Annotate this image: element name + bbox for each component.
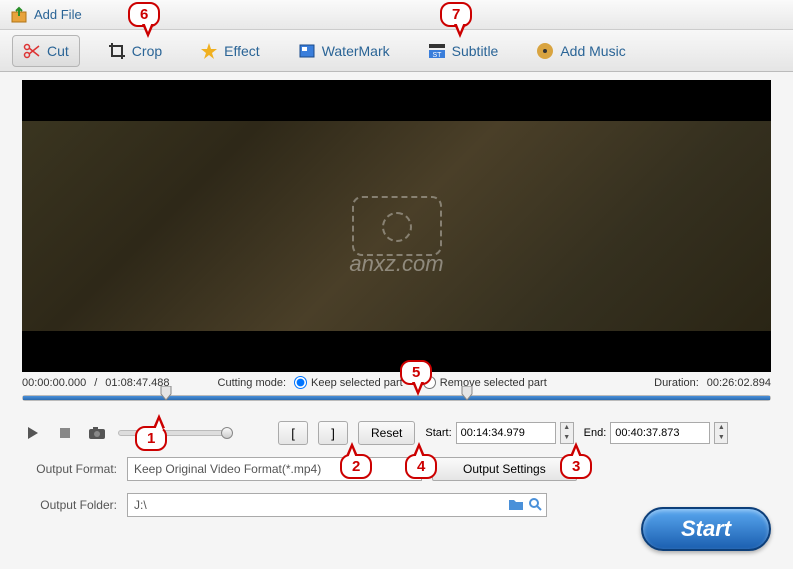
remove-selected-radio[interactable]: Remove selected part	[423, 376, 547, 389]
start-time-group: Start: ▲▼	[425, 422, 573, 444]
end-time-group: End: ▲▼	[584, 422, 729, 444]
tab-cut-label: Cut	[47, 43, 69, 59]
tab-effect-label: Effect	[224, 43, 260, 59]
end-time-input[interactable]	[610, 422, 710, 444]
playback-controls: [ ] Reset Start: ▲▼ End: ▲▼	[0, 415, 793, 451]
tab-add-music-label: Add Music	[560, 43, 625, 59]
scissors-icon	[23, 42, 41, 60]
topbar: Add File	[0, 0, 793, 30]
current-time: 00:00:00.000	[22, 377, 86, 389]
tab-cut[interactable]: Cut	[12, 35, 80, 67]
video-frame: anxz.com	[22, 121, 771, 331]
callout-7: 7	[440, 2, 472, 27]
add-file-label[interactable]: Add File	[34, 7, 82, 22]
play-button[interactable]	[22, 423, 44, 443]
end-time-spinner[interactable]: ▲▼	[714, 422, 728, 444]
duration-value: 00:26:02.894	[707, 377, 771, 389]
duration-label: Duration:	[654, 377, 699, 389]
tab-crop[interactable]: Crop	[98, 36, 172, 66]
svg-text:ST: ST	[432, 52, 442, 59]
time-info-row: 00:00:00.000 / 01:08:47.488 Cutting mode…	[0, 372, 793, 393]
slider-end-handle[interactable]	[460, 386, 474, 400]
tab-subtitle-label: Subtitle	[452, 43, 499, 59]
video-preview[interactable]: anxz.com	[22, 80, 771, 372]
callout-5: 5	[400, 360, 432, 385]
tab-add-music[interactable]: Add Music	[526, 36, 635, 66]
music-icon	[536, 42, 554, 60]
start-button[interactable]: Start	[641, 507, 771, 551]
mark-in-button[interactable]: [	[278, 421, 308, 445]
preview-area: anxz.com	[0, 72, 793, 372]
reset-button[interactable]: Reset	[358, 421, 415, 445]
callout-2: 2	[340, 454, 372, 479]
callout-1: 1	[135, 426, 167, 451]
cutting-mode-label: Cutting mode:	[218, 377, 286, 389]
tab-watermark[interactable]: WaterMark	[288, 36, 400, 66]
callout-3: 3	[560, 454, 592, 479]
subtitle-icon: ST	[428, 42, 446, 60]
tab-subtitle[interactable]: ST Subtitle	[418, 36, 509, 66]
tab-effect[interactable]: Effect	[190, 36, 270, 66]
folder-search-icon[interactable]	[528, 497, 542, 514]
output-format-select[interactable]: Keep Original Video Format(*.mp4) ▼	[127, 457, 422, 481]
keep-selected-radio[interactable]: Keep selected part	[294, 376, 403, 389]
mark-out-button[interactable]: ]	[318, 421, 348, 445]
crop-icon	[108, 42, 126, 60]
watermark-text: anxz.com	[349, 251, 443, 277]
callout-4: 4	[405, 454, 437, 479]
folder-browse-icon[interactable]	[508, 497, 524, 514]
slider-start-handle[interactable]	[159, 386, 173, 400]
camera-watermark-icon	[352, 196, 442, 256]
output-folder-input[interactable]: J:\	[127, 493, 547, 517]
output-settings-button[interactable]: Output Settings	[432, 457, 577, 481]
tab-crop-label: Crop	[132, 43, 162, 59]
effect-icon	[200, 42, 218, 60]
stop-button[interactable]	[54, 423, 76, 443]
snapshot-button[interactable]	[86, 423, 108, 443]
add-file-icon[interactable]	[10, 6, 28, 24]
callout-6: 6	[128, 2, 160, 27]
tab-watermark-label: WaterMark	[322, 43, 390, 59]
output-folder-label: Output Folder:	[22, 498, 117, 512]
start-time-input[interactable]	[456, 422, 556, 444]
tabs-bar: Cut Crop Effect WaterMark ST Subtitle Ad…	[0, 30, 793, 72]
cut-slider[interactable]	[0, 393, 793, 415]
output-format-row: Output Format: Keep Original Video Forma…	[0, 451, 793, 487]
watermark-icon	[298, 42, 316, 60]
output-format-label: Output Format:	[22, 462, 117, 476]
start-time-spinner[interactable]: ▲▼	[560, 422, 574, 444]
